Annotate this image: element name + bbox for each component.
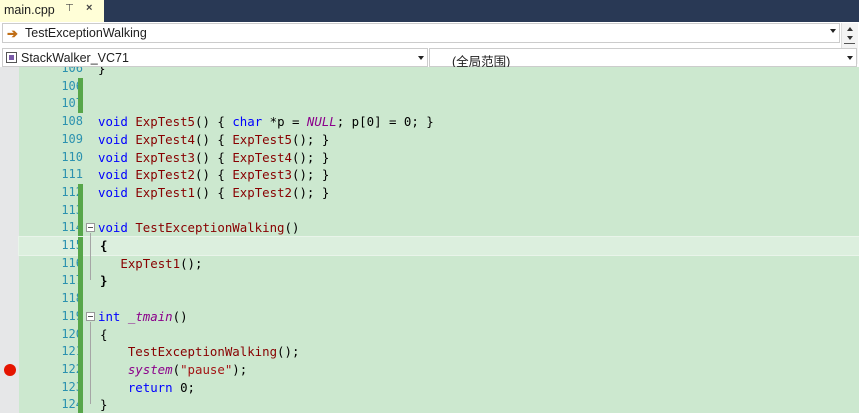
code-text: void ExpTest2() { ExpTest3(); } <box>98 167 330 183</box>
collapse-icon[interactable] <box>86 311 95 321</box>
pin-icon[interactable]: ⊣ <box>65 3 76 12</box>
code-line-107[interactable]: 107 <box>19 95 859 114</box>
code-text: { <box>100 238 108 253</box>
code-text: return 0; <box>127 379 195 395</box>
code-line-119[interactable]: 119 int _tmain() <box>19 307 859 326</box>
member-navigation-dropdown[interactable]: ➔ TestExceptionWalking <box>2 23 840 43</box>
code-line-123[interactable]: 123 return 0; <box>19 378 859 397</box>
change-indicator <box>78 77 83 96</box>
change-indicator <box>78 290 83 309</box>
line-number: 110 <box>61 149 83 164</box>
fold-guide <box>90 233 91 281</box>
code-text: } <box>100 397 108 413</box>
chevron-down-icon[interactable] <box>847 56 853 60</box>
change-indicator <box>78 325 83 344</box>
change-indicator <box>78 343 83 362</box>
scroll-up-icon[interactable] <box>847 27 853 31</box>
line-number: 116 <box>61 255 83 270</box>
line-number: 106 <box>61 78 83 93</box>
change-indicator <box>78 307 83 326</box>
breakpoint-icon[interactable] <box>4 363 16 376</box>
code-line-114[interactable]: 114 void TestExceptionWalking() <box>19 219 859 238</box>
code-text: void TestExceptionWalking() <box>98 220 300 236</box>
line-number: 123 <box>61 379 83 394</box>
tab-main-cpp[interactable]: main.cpp ⊣ × <box>0 0 104 22</box>
code-line-110[interactable]: 110 void ExpTest3() { ExpTest4(); } <box>19 149 859 167</box>
change-indicator <box>78 95 83 114</box>
line-number: 119 <box>61 308 83 323</box>
code-text: ExpTest1(); <box>120 255 203 271</box>
code-text: TestExceptionWalking(); <box>127 344 300 360</box>
line-number: 111 <box>61 167 83 182</box>
line-number: 112 <box>61 184 83 199</box>
chevron-down-icon[interactable] <box>418 56 424 60</box>
project-combo-text: StackWalker_VC71 <box>21 51 129 65</box>
change-indicator <box>78 183 83 202</box>
collapse-icon[interactable] <box>86 223 95 233</box>
change-indicator <box>78 219 83 238</box>
line-number: 122 <box>61 361 83 376</box>
breakpoint-margin[interactable] <box>0 67 19 413</box>
code-line-120[interactable]: 120 { <box>19 325 859 344</box>
change-indicator <box>78 360 83 379</box>
scroll-down-icon[interactable] <box>847 36 853 40</box>
line-number: 114 <box>61 220 83 235</box>
code-line-115[interactable]: 115 { <box>18 236 859 256</box>
scope-dropdown[interactable]: (全局范围) <box>429 48 857 69</box>
code-text: void ExpTest4() { ExpTest5(); } <box>98 131 330 147</box>
line-number: 115 <box>61 238 83 252</box>
code-text: void ExpTest3() { ExpTest4(); } <box>98 149 330 165</box>
line-number: 107 <box>61 96 83 111</box>
code-line-124[interactable]: 124} <box>19 396 859 413</box>
code-line-112[interactable]: 112 void ExpTest1() { ExpTest2(); } <box>19 183 859 202</box>
code-text: void ExpTest5() { char *p = NULL; p[0] =… <box>98 114 434 130</box>
code-text: } <box>98 67 106 76</box>
code-line-122[interactable]: 122 system("pause"); <box>4 360 859 379</box>
code-line-117[interactable]: 117} <box>19 272 859 291</box>
code-line-111[interactable]: 111 void ExpTest2() { ExpTest3(); } <box>19 166 859 184</box>
change-indicator <box>78 396 83 413</box>
code-text: } <box>100 273 108 289</box>
change-indicator <box>78 201 83 220</box>
divider <box>844 43 855 44</box>
method-arrow-icon: ➔ <box>7 26 18 41</box>
line-number: 109 <box>61 131 83 146</box>
line-number: 120 <box>61 326 83 341</box>
code-text: void ExpTest1() { ExpTest2(); } <box>98 184 330 200</box>
line-number: 113 <box>61 202 83 217</box>
fold-guide <box>90 321 91 405</box>
code-line-113[interactable]: 113 <box>19 201 859 220</box>
change-indicator <box>78 254 83 273</box>
project-dropdown[interactable]: StackWalker_VC71 <box>2 48 428 67</box>
line-number: 117 <box>61 273 83 288</box>
line-number: 124 <box>61 397 83 412</box>
project-icon <box>6 52 17 63</box>
code-text: system("pause"); <box>127 361 248 377</box>
tab-label: main.cpp <box>4 3 55 17</box>
change-indicator <box>78 237 83 255</box>
line-number: 118 <box>61 291 83 306</box>
close-icon[interactable]: × <box>86 2 92 14</box>
line-number: 106 <box>61 67 83 75</box>
change-indicator <box>78 378 83 397</box>
member-combo-text: TestExceptionWalking <box>25 26 147 40</box>
change-indicator <box>78 272 83 291</box>
code-line-108[interactable]: 108 void ExpTest5() { char *p = NULL; p[0… <box>19 113 859 131</box>
code-line-109[interactable]: 109 void ExpTest4() { ExpTest5(); } <box>19 131 859 149</box>
code-text: { <box>100 326 108 342</box>
code-line-116[interactable]: 116 ExpTest1(); <box>19 254 859 273</box>
chevron-down-icon[interactable] <box>830 29 836 33</box>
code-line-106[interactable]: 106 <box>19 77 859 96</box>
document-tab-strip: main.cpp ⊣ × <box>0 0 859 22</box>
code-editor[interactable]: 106} 106 107 108 void ExpTest5() { char *p =… <box>0 67 859 413</box>
code-line-121[interactable]: 121 TestExceptionWalking(); <box>19 343 859 362</box>
line-number: 108 <box>61 114 83 129</box>
code-line-118[interactable]: 118 <box>19 290 859 309</box>
code-text: int _tmain() <box>98 308 188 324</box>
editor-frame: ➔ TestExceptionWalking StackWalker_VC71 … <box>0 22 859 413</box>
code-line-106[interactable]: 106} <box>19 67 859 78</box>
line-number: 121 <box>61 344 83 359</box>
